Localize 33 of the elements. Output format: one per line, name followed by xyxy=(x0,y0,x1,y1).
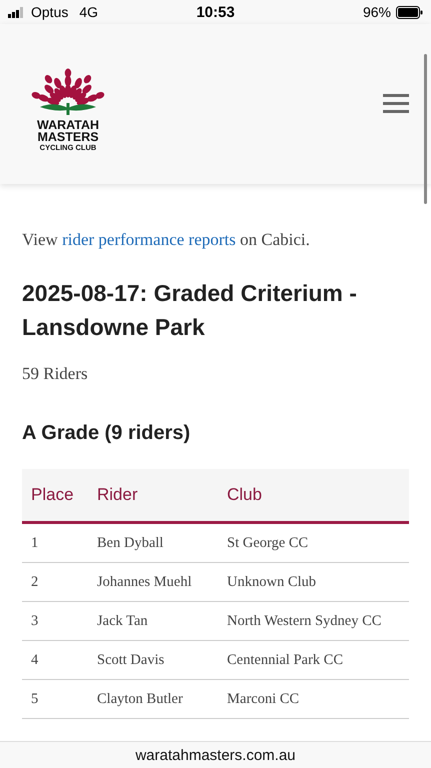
table-cell: 2 xyxy=(22,562,96,602)
table-cell: Ben Dyball xyxy=(96,522,226,562)
table-cell: Scott Davis xyxy=(96,640,226,680)
table-cell: 4 xyxy=(22,640,96,680)
battery-percent: 96% xyxy=(362,4,391,20)
intro-text: View rider performance reports on Cabici. xyxy=(22,230,311,250)
column-header: Place xyxy=(22,469,96,522)
table-cell: 1 xyxy=(22,522,96,562)
signal-icon xyxy=(8,6,26,18)
table-cell: Clayton Butler xyxy=(96,680,226,718)
table-cell: Centennial Park CC xyxy=(226,640,409,680)
table-cell: Marconi CC xyxy=(226,680,409,718)
battery-icon xyxy=(396,6,423,18)
carrier-name: Optus xyxy=(31,4,68,20)
address-bar[interactable]: waratahmasters.com.au xyxy=(0,741,431,768)
logo-text: WARATAH xyxy=(36,119,100,131)
table-cell: St George CC xyxy=(226,522,409,562)
column-header: Club xyxy=(226,469,409,522)
table-cell: Unknown Club xyxy=(226,562,409,602)
status-time: 10:53 xyxy=(196,4,235,20)
table-cell: North Western Sydney CC xyxy=(226,602,409,640)
rider-count: 59 Riders xyxy=(22,364,89,384)
column-header: Rider xyxy=(96,469,226,522)
table-cell: 3 xyxy=(22,602,96,640)
network-type: 4G xyxy=(79,4,98,20)
event-title: 2025-08-17: Graded Criterium - Lansdowne Park xyxy=(22,279,358,342)
grade-title: A Grade (9 riders) xyxy=(22,422,192,445)
table-cell: Johannes Muehl xyxy=(96,562,226,602)
logo-text: MASTERS xyxy=(37,131,99,143)
reports-link[interactable]: rider performance reports xyxy=(62,230,236,249)
table-cell: 5 xyxy=(22,680,96,718)
table-cell: Jack Tan xyxy=(96,602,226,640)
url-text: waratahmasters.com.au xyxy=(135,746,296,764)
